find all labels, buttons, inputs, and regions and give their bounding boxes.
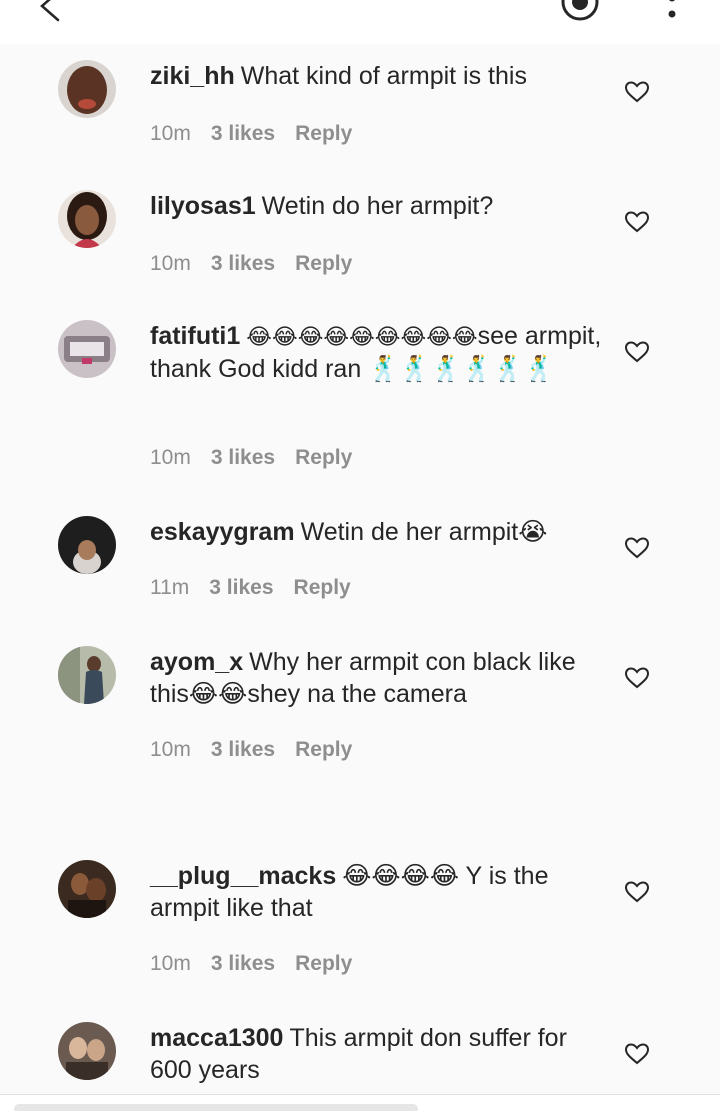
comment-text: __plug__macks 😂😂😂😂 Y is the armpit like t… — [150, 860, 605, 924]
comment-meta: 11m 3 likes Reply — [150, 576, 371, 600]
chevron-left-icon[interactable] — [30, 0, 70, 26]
avatar[interactable] — [58, 516, 116, 574]
comment-username[interactable]: macca1300 — [150, 1024, 283, 1052]
comment-text: ayom_x Why her armpit con black like this… — [150, 646, 605, 710]
comment-username[interactable]: __plug__macks — [150, 862, 336, 890]
avatar[interactable] — [58, 860, 116, 918]
comment-body: What kind of armpit is this — [240, 62, 527, 90]
comment-likes[interactable]: 3 likes — [211, 446, 275, 469]
heart-icon[interactable] — [624, 666, 650, 690]
comment-meta: 10m 3 likes Reply — [150, 952, 372, 976]
comments-list: ziki_hh What kind of armpit is this 10m 3 … — [0, 44, 720, 1094]
avatar[interactable] — [58, 646, 116, 704]
reply-button[interactable]: Reply — [295, 446, 352, 469]
reply-button[interactable]: Reply — [294, 576, 351, 599]
comment-username[interactable]: eskayygram — [150, 518, 295, 546]
comment-text: eskayygram Wetin de her armpit😭 — [150, 516, 605, 548]
comment-time: 10m — [150, 122, 191, 145]
comment-time: 11m — [150, 576, 190, 599]
reply-button[interactable]: Reply — [295, 738, 352, 761]
comment-likes[interactable]: 3 likes — [211, 252, 275, 275]
comment-meta: 10m 3 likes Reply — [150, 446, 372, 470]
comment-text: ziki_hh What kind of armpit is this — [150, 60, 605, 92]
avatar[interactable] — [58, 190, 116, 248]
reply-button[interactable]: Reply — [295, 122, 352, 145]
comment-meta: 10m 3 likes Reply — [150, 738, 372, 762]
comment-username[interactable]: ayom_x — [150, 648, 243, 676]
comment-emojis: 😂😂😂😂😂😂😂😂😂 — [246, 324, 478, 349]
comment-username[interactable]: fatifuti1 — [150, 322, 240, 350]
more-vertical-icon[interactable] — [660, 0, 684, 26]
divider — [0, 1094, 720, 1095]
comment-time: 10m — [150, 446, 191, 469]
comment-likes[interactable]: 3 likes — [211, 952, 275, 975]
top-bar — [0, 0, 720, 44]
comment-time: 10m — [150, 738, 191, 761]
record-icon[interactable] — [556, 0, 604, 24]
comment-likes[interactable]: 3 likes — [211, 738, 275, 761]
comment-likes[interactable]: 3 likes — [211, 122, 275, 145]
comment-text: macca1300 This armpit don suffer for 600 … — [150, 1022, 605, 1086]
comment-time: 10m — [150, 952, 191, 975]
comment-username[interactable]: ziki_hh — [150, 62, 235, 90]
reply-button[interactable]: Reply — [295, 252, 352, 275]
avatar[interactable] — [58, 320, 116, 378]
comment-body: Wetin de her armpit😭 — [300, 518, 548, 546]
comment-body: Wetin do her armpit? — [261, 192, 494, 220]
comment-time: 10m — [150, 252, 191, 275]
comment-input-bar[interactable] — [14, 1104, 418, 1111]
avatar[interactable] — [58, 1022, 116, 1080]
comment-text: lilyosas1 Wetin do her armpit? — [150, 190, 605, 222]
avatar[interactable] — [58, 60, 116, 118]
heart-icon[interactable] — [624, 80, 650, 104]
heart-icon[interactable] — [624, 1042, 650, 1066]
comment-username[interactable]: lilyosas1 — [150, 192, 256, 220]
comment-likes[interactable]: 3 likes — [209, 576, 273, 599]
heart-icon[interactable] — [624, 536, 650, 560]
heart-icon[interactable] — [624, 340, 650, 364]
comment-meta: 10m 3 likes Reply — [150, 252, 372, 276]
heart-icon[interactable] — [624, 210, 650, 234]
heart-icon[interactable] — [624, 880, 650, 904]
comment-meta: 10m 3 likes Reply — [150, 122, 372, 146]
comment-text: fatifuti1 😂😂😂😂😂😂😂😂😂see armpit, thank God … — [150, 320, 605, 385]
reply-button[interactable]: Reply — [295, 952, 352, 975]
